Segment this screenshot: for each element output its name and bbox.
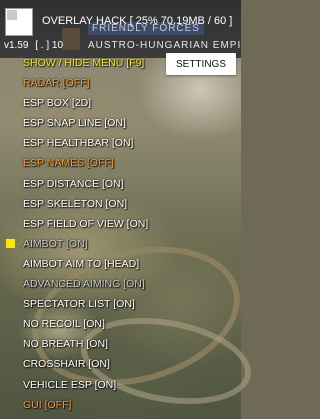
menu-item-label: CROSSHAIR [ON] (23, 358, 110, 371)
menu-item-esp-healthbar[interactable]: ESP HEALTHBAR [ON] (0, 133, 170, 153)
menu-item-crosshair[interactable]: CROSSHAIR [ON] (0, 354, 170, 374)
menu-item-label: ESP BOX [2D] (23, 97, 92, 110)
menu-item-label: AIMBOT AIM TO [HEAD] (23, 257, 140, 270)
menu-item-spectator-list[interactable]: SPECTATOR LIST [ON] (0, 294, 170, 314)
faction-label: AUSTRO-HUNGARIAN EMPI (88, 40, 242, 51)
menu-item-esp-distance[interactable]: ESP DISTANCE [ON] (0, 174, 170, 194)
menu-item-label: ESP DISTANCE [ON] (23, 177, 124, 190)
menu-item-label: ESP SKELETON [ON] (23, 197, 128, 210)
menu-item-advanced-aiming[interactable]: ADVANCED AIMING [ON] (0, 274, 170, 294)
version-suffix: [ . ] 10 (35, 40, 64, 51)
settings-button[interactable]: SETTINGS (166, 53, 236, 75)
menu-item-vehicle-esp[interactable]: VEHICLE ESP [ON] (0, 375, 170, 395)
menu-item-esp-box[interactable]: ESP BOX [2D] (0, 93, 170, 113)
menu-item-label: RADAR [OFF] (23, 77, 90, 90)
cheat-menu: SHOW / HIDE MENU [F9] RADAR [OFF] ESP BO… (0, 53, 170, 415)
menu-item-label: ESP FIELD OF VIEW [ON] (23, 217, 149, 230)
overlay-logo-icon (5, 8, 33, 36)
selected-marker-icon (6, 238, 15, 248)
menu-item-esp-field-of-view[interactable]: ESP FIELD OF VIEW [ON] (0, 214, 170, 234)
menu-item-esp-names[interactable]: ESP NAMES [OFF] (0, 153, 170, 173)
menu-item-esp-snap-line[interactable]: ESP SNAP LINE [ON] (0, 113, 170, 133)
menu-item-label: SPECTATOR LIST [ON] (23, 298, 135, 311)
menu-item-label: VEHICLE ESP [ON] (23, 378, 117, 391)
version-label: v1.59 [ . ] 10 (4, 40, 63, 51)
menu-item-label: ESP NAMES [OFF] (23, 157, 114, 170)
menu-item-label: SHOW / HIDE MENU [F9] (23, 57, 145, 69)
menu-item-label: GUI [OFF] (23, 398, 72, 411)
faction-emblem-icon (62, 28, 80, 50)
menu-item-label: NO BREATH [ON] (23, 338, 108, 351)
menu-item-gui[interactable]: GUI [OFF] (0, 395, 170, 415)
menu-item-label: ESP HEALTHBAR [ON] (23, 137, 134, 150)
version-number: v1.59 (4, 40, 29, 51)
menu-item-no-breath[interactable]: NO BREATH [ON] (0, 334, 170, 354)
menu-item-show-hide[interactable]: SHOW / HIDE MENU [F9] (0, 53, 170, 73)
menu-item-label: NO RECOIL [ON] (23, 318, 105, 331)
menu-item-esp-skeleton[interactable]: ESP SKELETON [ON] (0, 194, 170, 214)
menu-item-aimbot-aim-to[interactable]: AIMBOT AIM TO [HEAD] (0, 254, 170, 274)
menu-item-label: ADVANCED AIMING [ON] (23, 278, 145, 291)
top-banner: FRIENDLY FORCES AUSTRO-HUNGARIAN EMPI OV… (0, 0, 241, 58)
menu-item-label: ESP SNAP LINE [ON] (23, 117, 126, 130)
overlay-title: OVERLAY HACK [ 25% 70.19MB / 60 ] (42, 15, 233, 27)
menu-item-label: AIMBOT [ON] (23, 237, 88, 250)
menu-item-radar[interactable]: RADAR [OFF] (0, 73, 170, 93)
menu-item-aimbot[interactable]: AIMBOT [ON] (0, 234, 170, 254)
menu-item-no-recoil[interactable]: NO RECOIL [ON] (0, 314, 170, 334)
